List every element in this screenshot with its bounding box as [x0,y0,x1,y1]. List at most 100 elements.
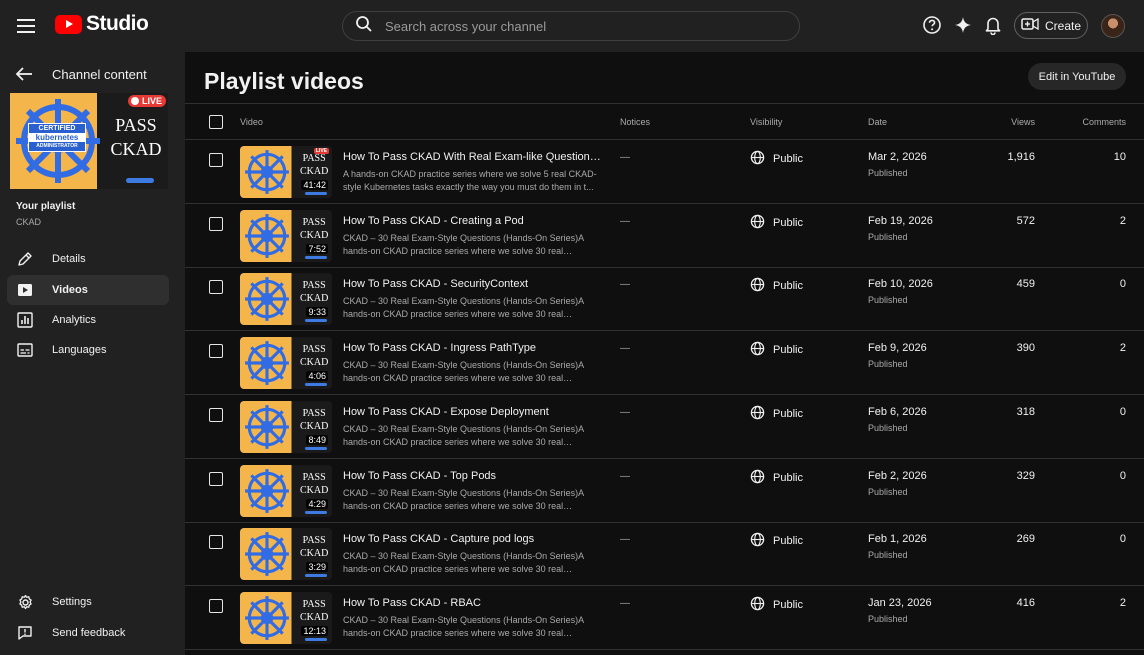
video-date: Mar 2, 2026 [868,151,927,163]
visibility-selector[interactable]: Public [750,150,803,168]
row-checkbox[interactable] [209,598,223,613]
video-duration: 12:13 [301,625,328,636]
sparkle-icon[interactable] [952,14,974,36]
visibility-selector[interactable]: Public [750,214,803,232]
column-header-date[interactable]: Date [868,117,887,127]
video-duration: 3:29 [306,562,328,573]
video-title[interactable]: How To Pass CKAD - Ingress PathType [343,342,601,354]
video-views: 416 [1016,596,1035,609]
row-checkbox[interactable] [209,280,223,295]
globe-icon [750,469,765,487]
sidebar-item-label: Send feedback [52,627,126,639]
thumbnail-strip [305,574,327,578]
video-duration: 8:49 [306,434,328,445]
edit-in-youtube-button[interactable]: Edit in YouTube [1028,63,1126,90]
visibility-selector[interactable]: Public [750,277,803,295]
thumbnail-pass-ckad-text: PASS CKAD [300,407,329,432]
live-badge: LIVE [313,148,329,154]
sidebar-item-send-feedback[interactable]: Send feedback [7,618,169,648]
table-row[interactable]: PASS CKAD 12:13 How To Pass CKAD - RBAC CKAD… [185,586,1144,650]
back-to-channel-content[interactable]: Channel content [14,64,147,84]
row-checkbox[interactable] [209,535,223,550]
table-row[interactable]: PASS CKAD LIVE 41:42 How To Pass CKAD With R… [185,140,1144,204]
arrow-back-icon[interactable] [14,64,34,84]
video-notices: — [620,470,630,482]
video-thumbnail[interactable]: PASS CKAD 3:29 [240,528,332,581]
sidebar-item-languages[interactable]: Languages [7,335,169,365]
sidebar-item-analytics[interactable]: Analytics [7,305,169,335]
visibility-label: Public [773,153,803,165]
search-input[interactable] [385,18,765,34]
column-header-video[interactable]: Video [240,117,263,127]
video-title[interactable]: How To Pass CKAD - Expose Deployment [343,406,601,418]
video-title[interactable]: How To Pass CKAD - RBAC [343,597,601,609]
studio-logo[interactable]: Studio [55,12,149,36]
sidebar-item-videos[interactable]: Videos [7,275,169,305]
add-video-icon [1021,17,1039,34]
table-row[interactable]: PASS CKAD 4:06 How To Pass CKAD - Ingress P… [185,331,1144,396]
video-title[interactable]: How To Pass CKAD - Creating a Pod [343,215,601,227]
column-header-visibility[interactable]: Visibility [750,117,782,127]
video-duration: 41:42 [301,180,328,190]
video-title[interactable]: How To Pass CKAD With Real Exam-like Que… [343,151,601,163]
video-thumbnail[interactable]: PASS CKAD 8:49 [240,400,332,453]
playlist-thumbnail[interactable]: CERTIFIED kubernetes ADMINISTRATOR LIVE … [10,93,168,189]
video-thumbnail[interactable]: PASS CKAD 9:33 [240,273,332,326]
sidebar-item-details[interactable]: Details [7,244,169,274]
table-row[interactable]: PASS CKAD 3:29 How To Pass CKAD - Capture p… [185,522,1144,587]
row-checkbox[interactable] [209,344,223,359]
video-comments: 2 [1119,214,1126,227]
table-row[interactable]: PASS CKAD 7:52 How To Pass CKAD - Creating … [185,204,1144,268]
video-thumbnail[interactable]: PASS CKAD 4:06 [240,337,332,390]
column-header-comments[interactable]: Comments [1082,117,1126,127]
thumbnail-strip [305,255,327,259]
video-notices: — [620,597,630,609]
column-header-notices[interactable]: Notices [620,117,650,127]
video-comments: 0 [1119,278,1126,291]
video-notices: — [620,406,630,418]
globe-icon [750,532,765,550]
visibility-selector[interactable]: Public [750,469,803,487]
certified-text: CERTIFIED [38,125,76,132]
select-all-checkbox[interactable] [209,115,223,129]
video-thumbnail[interactable]: PASS CKAD 7:52 [240,209,332,262]
visibility-selector[interactable]: Public [750,341,803,359]
create-button-label: Create [1044,18,1082,33]
search-bar[interactable] [342,11,800,41]
video-description: A hands-on CKAD practice series where we… [343,169,597,192]
main-content: Playlist videos Edit in YouTube Video No… [185,52,1144,655]
video-icon [16,281,34,299]
avatar[interactable] [1101,14,1125,38]
playlist-name: CKAD [16,217,42,227]
video-thumbnail[interactable]: PASS CKAD LIVE 41:42 [240,146,332,198]
help-icon[interactable] [921,14,943,36]
video-title[interactable]: How To Pass CKAD - Top Pods [343,470,601,482]
row-checkbox[interactable] [209,216,223,231]
youtube-play-icon [55,14,82,34]
visibility-label: Public [773,216,803,229]
create-button[interactable]: Create [1014,12,1088,39]
video-title[interactable]: How To Pass CKAD - SecurityContext [343,278,601,290]
table-row[interactable]: PASS CKAD 8:49 How To Pass CKAD - Expose De… [185,395,1144,459]
notifications-bell-icon[interactable] [982,14,1004,36]
video-thumbnail[interactable]: PASS CKAD 4:29 [240,464,332,517]
column-header-views[interactable]: Views [1011,117,1035,127]
video-date: Feb 10, 2026 [868,278,933,291]
row-checkbox[interactable] [209,471,223,486]
back-label: Channel content [52,66,147,82]
table-header: Video Notices Visibility Date Views Comm… [185,103,1144,140]
hamburger-menu-icon[interactable] [14,14,38,38]
video-description: CKAD – 30 Real Exam-Style Questions (Han… [343,614,584,638]
video-title[interactable]: How To Pass CKAD - Capture pod logs [343,533,601,545]
subtitles-icon [16,341,34,359]
video-comments: 10 [1113,151,1126,163]
visibility-selector[interactable]: Public [750,405,803,423]
sidebar-item-settings[interactable]: Settings [7,587,169,617]
visibility-selector[interactable]: Public [750,532,803,550]
row-checkbox[interactable] [209,153,223,167]
visibility-selector[interactable]: Public [750,596,803,614]
row-checkbox[interactable] [209,407,223,422]
table-row[interactable]: PASS CKAD 9:33 How To Pass CKAD - SecurityC… [185,267,1144,332]
table-row[interactable]: PASS CKAD 4:29 How To Pass CKAD - Top Pods C… [185,459,1144,523]
video-thumbnail[interactable]: PASS CKAD 12:13 [240,591,332,644]
